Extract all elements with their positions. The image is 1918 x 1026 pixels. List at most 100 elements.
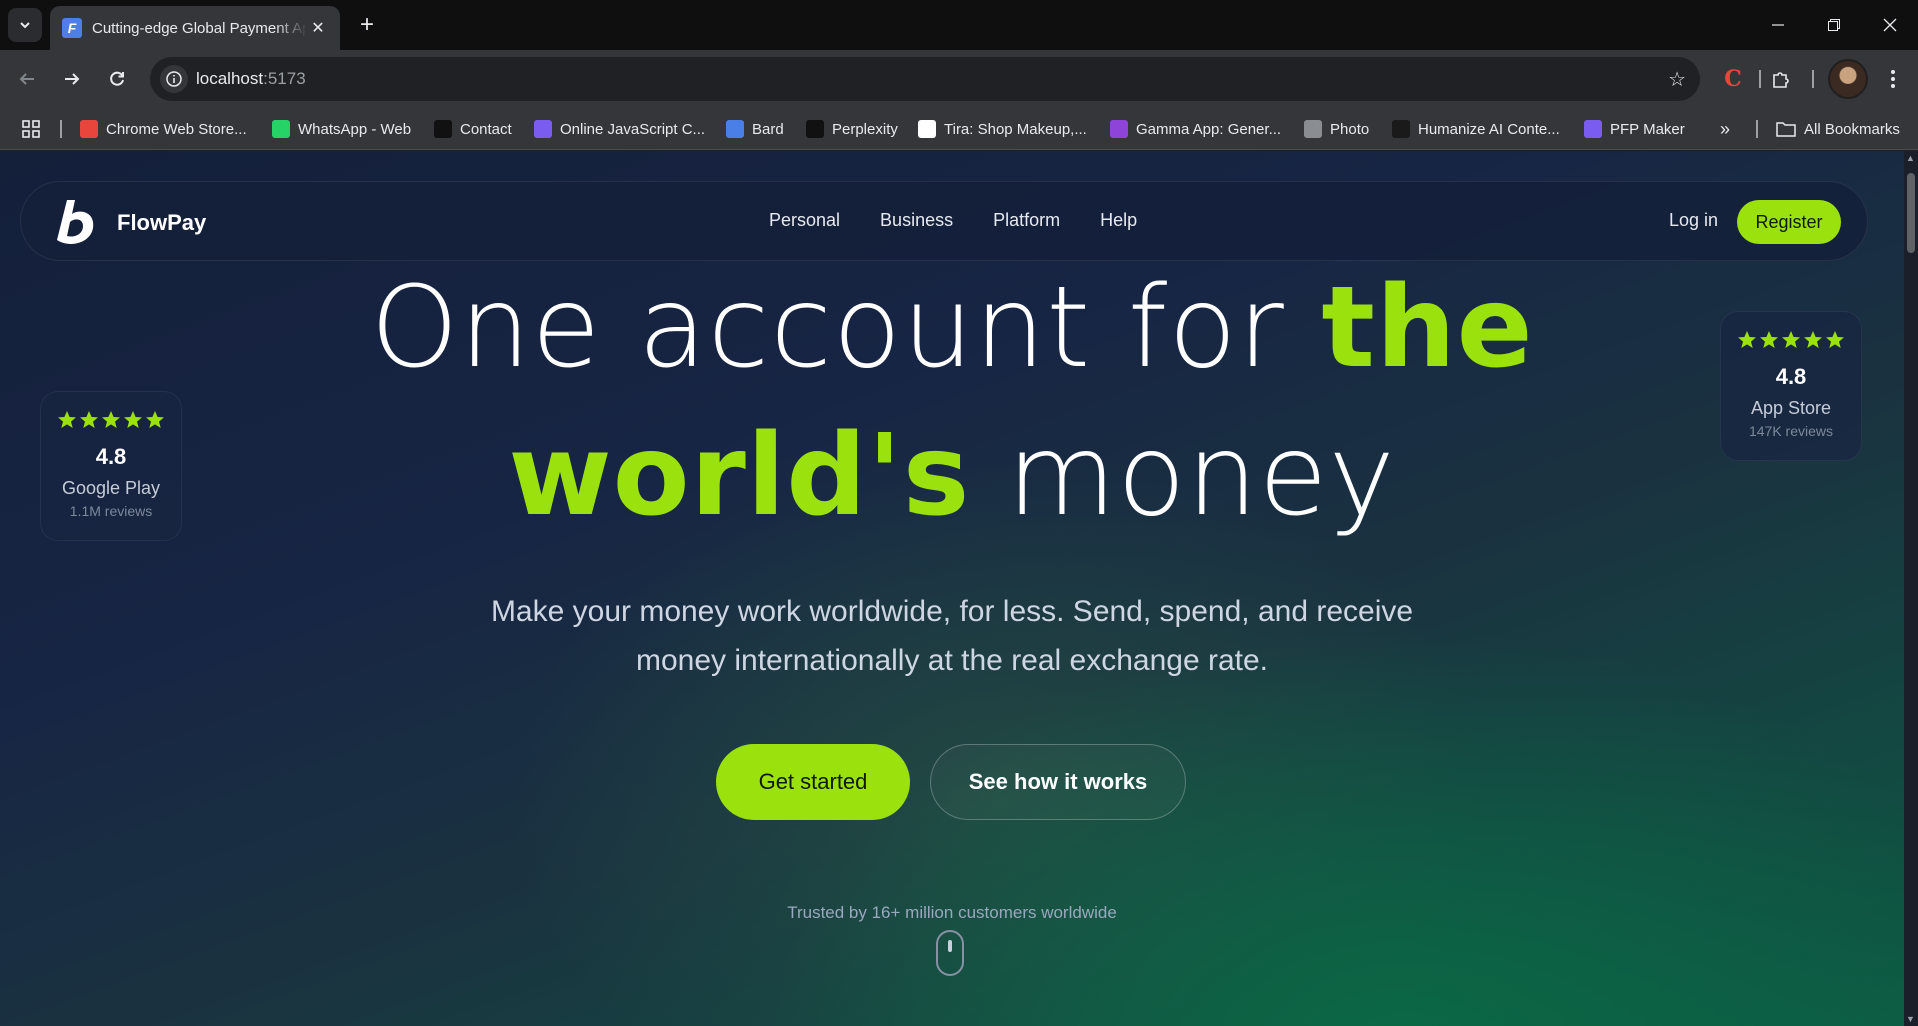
headline-highlight: world's [508,411,971,541]
tab-search-button[interactable] [8,8,42,42]
scroll-down-icon[interactable]: ▼ [1906,1014,1915,1024]
review-count: 1.1M reviews [69,503,153,519]
get-started-button[interactable]: Get started [716,744,910,820]
bookmark-label: Humanize AI Conte... [1418,120,1560,138]
star-icon [146,411,164,428]
bookmark-item[interactable]: Contact [434,117,512,141]
close-icon [1883,18,1897,32]
scrollbar-thumb[interactable] [1907,173,1915,253]
puzzle-icon [1773,72,1789,88]
extensions-puzzle-icon[interactable] [1764,62,1798,96]
chrome-web-store-icon [80,120,98,138]
address-bar[interactable]: localhost:5173 ☆ [150,57,1700,101]
google-play-rating-card[interactable]: 4.8 Google Play 1.1M reviews [40,391,182,541]
url-host: localhost [196,69,264,88]
close-tab-icon[interactable]: ✕ [308,18,328,38]
page-scrollbar[interactable]: ▲ ▼ [1904,151,1918,1026]
pfp-maker-icon [1584,120,1602,138]
bookmark-star-icon[interactable]: ☆ [1668,67,1686,92]
flowpay-logo-icon[interactable] [55,198,99,246]
all-bookmarks-label: All Bookmarks [1804,120,1900,138]
star-icon [1760,331,1778,348]
app-store-rating-card[interactable]: 4.8 App Store 147K reviews [1720,311,1862,461]
scroll-wheel-dot [948,940,952,952]
bookmark-label: Photo [1330,120,1370,138]
reload-button[interactable] [100,62,134,96]
more-vertical-icon [1891,70,1895,88]
bookmark-item[interactable]: Humanize AI Conte... [1392,117,1560,141]
star-icon [1826,331,1844,348]
bookmark-label: WhatsApp - Web [298,120,412,138]
see-how-it-works-button[interactable]: See how it works [930,744,1186,820]
close-window-button[interactable] [1862,0,1918,50]
site-info-button[interactable] [160,65,188,93]
url-port: :5173 [263,69,306,88]
trusted-caption: Trusted by 16+ million customers worldwi… [787,903,1117,922]
globe-icon [1304,120,1322,138]
back-button[interactable] [10,62,44,96]
bookmark-item[interactable]: Chrome Web Store... [80,117,247,141]
register-button[interactable]: Register [1737,200,1841,244]
bookmarks-bar: Chrome Web Store... WhatsApp - Web Contact… [0,108,1918,150]
flowpay-favicon-icon: F [62,18,82,38]
headline-text: money [970,411,1396,541]
new-tab-button[interactable]: + [352,10,382,40]
apps-grid-button[interactable] [22,117,40,141]
minimize-icon [1772,24,1784,26]
bookmark-item[interactable]: PFP Maker [1584,117,1685,141]
bookmark-item[interactable]: Online JavaScript C... [534,117,705,141]
bookmark-label: Gamma App: Gener... [1136,120,1282,138]
restore-button[interactable] [1806,0,1862,50]
bookmark-item[interactable]: Bard [726,117,784,141]
scroll-up-icon[interactable]: ▲ [1906,153,1915,163]
bookmark-label: Chrome Web Store... [106,120,247,138]
rating-score: 4.8 [1775,364,1807,389]
bookmark-label: Perplexity [832,120,898,138]
nav-link-personal[interactable]: Personal [769,210,840,231]
more-bookmarks-button[interactable]: » [1720,117,1730,141]
bookmark-item[interactable]: Tira: Shop Makeup,... [918,117,1087,141]
browser-menu-button[interactable] [1876,62,1910,96]
restore-icon [1828,19,1840,31]
browser-tab[interactable]: F Cutting-edge Global Payment App ✕ [50,6,340,50]
chevron-down-icon [20,22,30,29]
bookmark-item[interactable]: WhatsApp - Web [272,117,411,141]
bookmark-divider [60,120,62,138]
review-count: 147K reviews [1748,423,1834,439]
nav-link-help[interactable]: Help [1100,210,1137,231]
star-icon [1782,331,1800,348]
star-icon [124,411,142,428]
perplexity-icon [806,120,824,138]
bookmark-label: Bard [752,120,784,138]
arrow-right-icon [65,73,80,85]
toolbar-divider [1812,70,1814,88]
bookmark-label: PFP Maker [1610,120,1685,138]
minimize-button[interactable] [1750,0,1806,50]
reload-icon [110,71,124,86]
all-bookmarks-button[interactable]: All Bookmarks [1776,117,1900,141]
star-icon [1738,331,1756,348]
bookmark-divider [1756,120,1758,138]
nav-link-platform[interactable]: Platform [993,210,1060,231]
url-text: localhost:5173 [196,69,306,89]
gamma-icon [1110,120,1128,138]
brand-name[interactable]: FlowPay [117,210,206,236]
nav-link-business[interactable]: Business [880,210,953,231]
bookmark-item[interactable]: Perplexity [806,117,898,141]
scroll-mouse-icon[interactable] [936,930,964,976]
star-rating [41,410,181,430]
extension-c-icon[interactable]: C [1716,62,1750,96]
store-name: App Store [1750,398,1832,418]
hero-headline-line-1: One account for the [0,253,1904,403]
arrow-left-icon [19,73,34,85]
forward-button[interactable] [55,62,89,96]
tab-title: Cutting-edge Global Payment App [92,19,307,37]
profile-avatar[interactable] [1828,59,1868,99]
tab-bar: F Cutting-edge Global Payment App ✕ + [0,0,1918,50]
bookmark-item[interactable]: Photo [1304,117,1369,141]
rating-score: 4.8 [95,444,127,469]
bookmark-item[interactable]: Gamma App: Gener... [1110,117,1281,141]
js-compiler-icon [534,120,552,138]
star-icon [80,411,98,428]
login-link[interactable]: Log in [1669,210,1718,231]
